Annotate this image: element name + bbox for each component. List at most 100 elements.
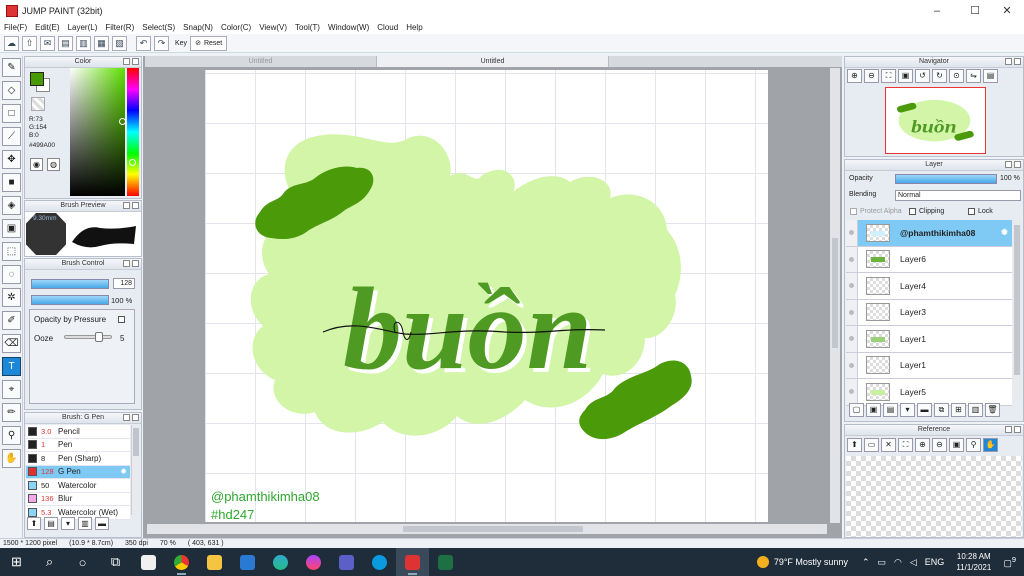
cortana-button[interactable]: ○ xyxy=(66,548,99,576)
foreground-color-swatch[interactable] xyxy=(30,72,44,86)
panel-float-icon[interactable] xyxy=(123,202,130,209)
brush-dropdown-icon[interactable]: ▾ xyxy=(61,517,75,530)
shape-tool-icon[interactable]: □ xyxy=(2,104,21,123)
color-wheel-icon[interactable]: ◉ xyxy=(30,158,43,171)
eyedropper-tool-icon[interactable]: ⚲ xyxy=(2,426,21,445)
brush-list-scrollbar[interactable] xyxy=(131,425,140,515)
menu-select[interactable]: Select(S) xyxy=(138,23,179,32)
layer-visibility-toggle[interactable] xyxy=(846,246,858,272)
layer-list-scrollbar[interactable] xyxy=(1013,220,1022,398)
scrollbar-thumb[interactable] xyxy=(832,238,838,348)
cloud-download-icon[interactable]: ⬆ xyxy=(847,438,862,452)
layer-opacity-slider[interactable] xyxy=(895,174,997,184)
panel-close-icon[interactable] xyxy=(1014,58,1021,65)
layer-visibility-toggle[interactable] xyxy=(846,220,858,246)
volume-icon[interactable]: ◁ xyxy=(910,557,917,568)
panel-close-icon[interactable] xyxy=(132,202,139,209)
brush-size-input[interactable]: 128 xyxy=(113,278,135,289)
new-layer-1bit-icon[interactable]: ▤ xyxy=(883,403,898,417)
maximize-button[interactable]: ☐ xyxy=(958,0,992,21)
menu-filter[interactable]: Filter(R) xyxy=(101,23,138,32)
new-layer-icon[interactable]: ▢ xyxy=(849,403,864,417)
task-view-button[interactable]: ⧉ xyxy=(99,548,132,576)
brush-new-icon[interactable]: ▤ xyxy=(44,517,58,530)
mail-app[interactable] xyxy=(231,548,264,576)
layer-folder-icon[interactable]: ▬ xyxy=(917,403,932,417)
brush-size-slider[interactable] xyxy=(31,279,109,289)
eraser-tool-icon[interactable]: ◇ xyxy=(2,81,21,100)
reference-actual-size-icon[interactable]: ▣ xyxy=(949,438,964,452)
search-button[interactable]: ⌕ xyxy=(33,548,66,576)
ooze-slider[interactable] xyxy=(64,335,112,339)
layer-visibility-toggle[interactable] xyxy=(846,326,858,352)
fill-rect-tool-icon[interactable]: ■ xyxy=(2,173,21,192)
save-icon[interactable]: ▦ xyxy=(94,35,109,51)
menu-edit[interactable]: Edit(E) xyxy=(31,23,63,32)
reference-zoom-in-icon[interactable]: ⊕ xyxy=(915,438,930,452)
navigator-thumbnail[interactable]: buồn xyxy=(885,87,986,154)
reset-button[interactable]: ⊘ Reset xyxy=(190,35,228,51)
clock[interactable]: 10:28 AM 11/1/2021 xyxy=(956,551,991,573)
document-icon[interactable]: ▥ xyxy=(76,35,91,51)
brush-copy-icon[interactable]: ▥ xyxy=(78,517,92,530)
start-button[interactable]: ⊞ xyxy=(0,548,33,576)
scrollbar-thumb[interactable] xyxy=(1014,225,1020,375)
menu-snap[interactable]: Snap(N) xyxy=(179,23,217,32)
panel-close-icon[interactable] xyxy=(132,414,139,421)
hand-tool-icon[interactable]: ✋ xyxy=(2,449,21,468)
message-icon[interactable]: ▤ xyxy=(58,35,73,51)
brush-item[interactable]: 1 Pen xyxy=(26,438,130,452)
lock-view-icon[interactable]: ▤ xyxy=(983,69,998,83)
panel-float-icon[interactable] xyxy=(1005,161,1012,168)
file-explorer-app[interactable] xyxy=(198,548,231,576)
cloud-icon[interactable]: ☁ xyxy=(4,35,19,51)
panel-float-icon[interactable] xyxy=(123,260,130,267)
menu-cloud[interactable]: Cloud xyxy=(373,23,402,32)
brush-folder-icon[interactable]: ▬ xyxy=(95,517,109,530)
edge-app[interactable] xyxy=(264,548,297,576)
sv-cursor[interactable] xyxy=(119,118,126,125)
panel-close-icon[interactable] xyxy=(1014,161,1021,168)
menu-tool[interactable]: Tool(T) xyxy=(291,23,324,32)
canvas-vertical-scrollbar[interactable] xyxy=(830,68,840,523)
ooze-slider-handle[interactable] xyxy=(95,332,104,342)
layer-row[interactable]: Layer5 xyxy=(846,379,1012,406)
layer-visibility-toggle[interactable] xyxy=(846,352,858,378)
reference-area[interactable] xyxy=(846,456,1022,537)
chrome-app[interactable] xyxy=(165,548,198,576)
layer-visibility-toggle[interactable] xyxy=(846,299,858,325)
menu-view[interactable]: View(V) xyxy=(255,23,291,32)
export-icon[interactable]: ▧ xyxy=(112,35,127,51)
skype-app[interactable] xyxy=(363,548,396,576)
scrollbar-thumb[interactable] xyxy=(133,428,139,456)
panel-float-icon[interactable] xyxy=(1005,58,1012,65)
open-folder-icon[interactable]: ▭ xyxy=(864,438,879,452)
menu-help[interactable]: Help xyxy=(402,23,426,32)
tab-untitled-1[interactable]: Untitled xyxy=(145,56,377,67)
transparent-color-swatch[interactable] xyxy=(31,97,45,111)
close-reference-icon[interactable]: ✕ xyxy=(881,438,896,452)
gear-icon[interactable]: ✹ xyxy=(1001,227,1008,238)
select-pen-tool-icon[interactable]: ✐ xyxy=(2,311,21,330)
gradient-tool-icon[interactable]: ▣ xyxy=(2,219,21,238)
fit-icon[interactable]: ⛶ xyxy=(881,69,896,83)
layer-menu-icon[interactable]: ▾ xyxy=(900,403,915,417)
brush-item[interactable]: 50 Watercolor xyxy=(26,479,130,493)
reference-eyedropper-icon[interactable]: ⚲ xyxy=(966,438,981,452)
layer-visibility-toggle[interactable] xyxy=(846,273,858,299)
pen-tool-icon[interactable]: ✏ xyxy=(2,403,21,422)
panel-close-icon[interactable] xyxy=(132,58,139,65)
tab-untitled-2[interactable]: Untitled xyxy=(377,56,609,67)
delete-layer-icon[interactable]: 🗑 xyxy=(985,403,1000,417)
saturation-value-picker[interactable] xyxy=(70,68,126,196)
jump-paint-app[interactable] xyxy=(396,548,429,576)
menu-layer[interactable]: Layer(L) xyxy=(64,23,102,32)
panel-float-icon[interactable] xyxy=(123,58,130,65)
notification-icon[interactable]: ▢9 xyxy=(1003,555,1016,569)
brush-add-icon[interactable]: ⬆ xyxy=(27,517,41,530)
minimize-button[interactable]: – xyxy=(920,0,954,21)
select-rect-tool-icon[interactable]: ⬚ xyxy=(2,242,21,261)
brush-tool-icon[interactable]: ✎ xyxy=(2,58,21,77)
layer-row[interactable]: @phamthikimha08 ✹ xyxy=(846,220,1012,247)
upload-icon[interactable]: ⇧ xyxy=(22,35,37,51)
